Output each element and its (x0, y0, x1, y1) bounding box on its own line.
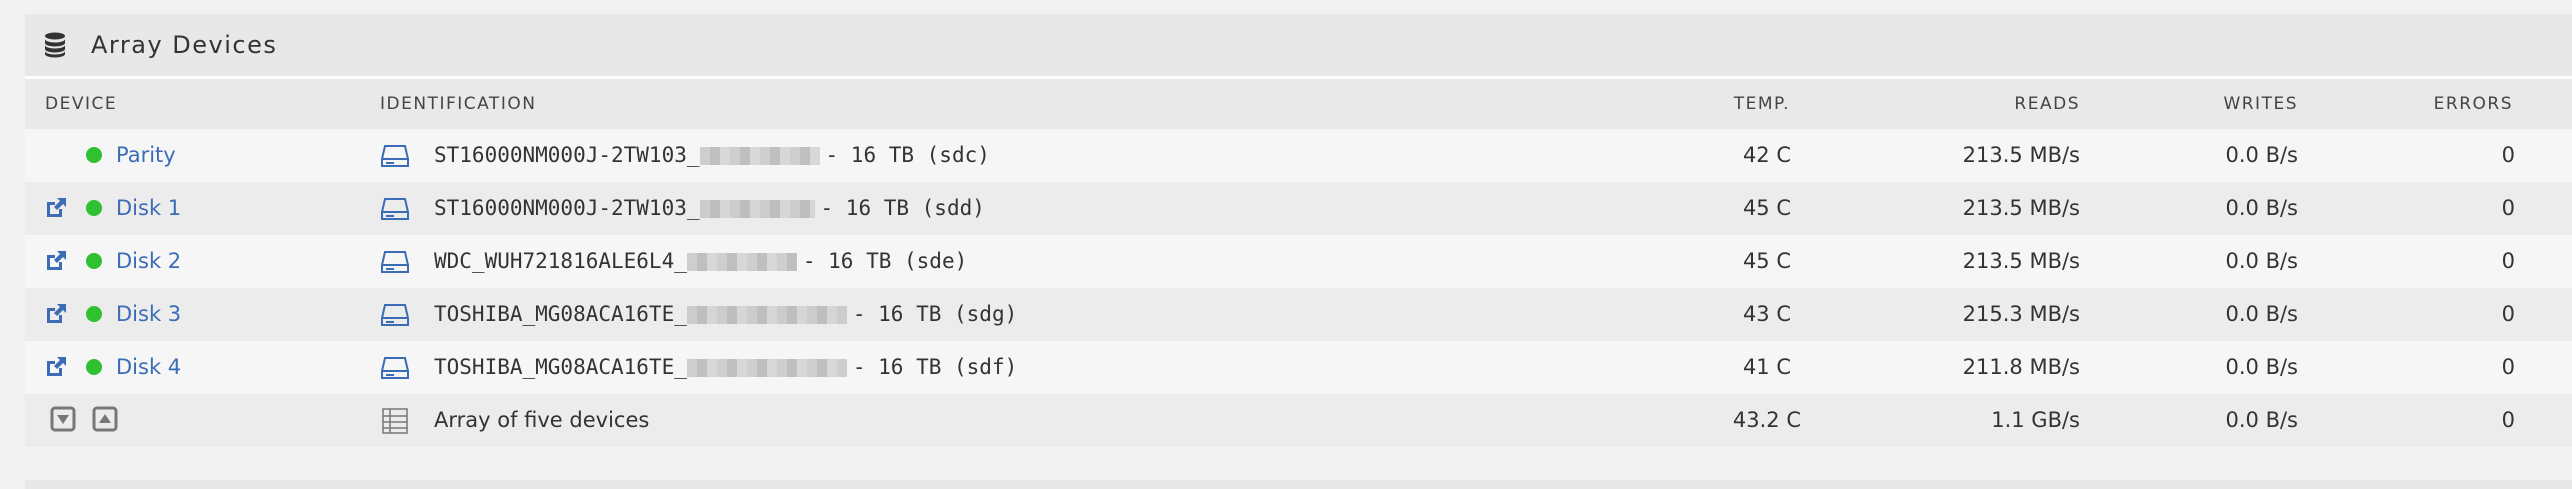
status-dot (86, 359, 102, 375)
hard-drive-icon (381, 198, 409, 220)
col-writes[interactable]: WRITES (2150, 79, 2298, 129)
external-link-icon[interactable] (43, 354, 69, 380)
col-device[interactable]: DEVICE (45, 79, 117, 129)
array-list-icon (382, 408, 408, 434)
hard-drive-icon (381, 251, 409, 273)
summary-writes: 0.0 B/s (2225, 408, 2299, 432)
status-dot (86, 306, 102, 322)
device-errors: 0 (2501, 143, 2515, 167)
summary-reads: 1.1 GB/s (1991, 408, 2080, 432)
redacted-serial (686, 359, 847, 377)
summary-temp: 43.2 C (1732, 408, 1801, 432)
redacted-serial (686, 306, 847, 324)
status-dot (86, 147, 102, 163)
device-temp: 43 C (1742, 302, 1791, 326)
device-id-prefix: TOSHIBA_MG08ACA16TE_ (434, 355, 687, 379)
database-icon (45, 32, 65, 58)
device-errors: 0 (2501, 355, 2515, 379)
hard-drive-icon (381, 145, 409, 167)
array-summary-row: Array of five devices 43.2 C 1.1 GB/s 0.… (25, 394, 2572, 447)
device-row: Parity ST16000NM000J-2TW103_ - 16 TB (sdc… (25, 129, 2572, 182)
device-reads: 213.5 MB/s (1962, 196, 2080, 220)
device-writes: 0.0 B/s (2225, 143, 2299, 167)
next-panel-edge (25, 480, 2572, 489)
device-id-suffix: - 16 TB (sdd) (820, 196, 985, 220)
device-id-suffix: - 16 TB (sdc) (825, 143, 990, 167)
device-row: Disk 3 TOSHIBA_MG08ACA16TE_ - 16 TB (sdg)… (25, 288, 2572, 341)
device-id-suffix: - 16 TB (sdf) (852, 355, 1018, 379)
device-errors: 0 (2501, 249, 2515, 273)
table-header: DEVICE IDENTIFICATION TEMP. READS WRITES… (25, 79, 2572, 129)
panel-title: Array Devices (91, 31, 278, 59)
external-link-icon[interactable] (43, 248, 69, 274)
col-errors[interactable]: ERRORS (2373, 79, 2513, 129)
array-devices-panel: Array Devices DEVICE IDENTIFICATION TEMP… (25, 14, 2572, 450)
summary-identification: Array of five devices (434, 408, 650, 432)
device-temp: 45 C (1742, 196, 1791, 220)
device-errors: 0 (2501, 196, 2515, 220)
panel-header: Array Devices (25, 14, 2572, 79)
device-errors: 0 (2501, 302, 2515, 326)
status-dot (86, 200, 102, 216)
device-row: Disk 2 WDC_WUH721816ALE6L4_ - 16 TB (sde)… (25, 235, 2572, 288)
device-reads: 213.5 MB/s (1962, 143, 2080, 167)
summary-errors: 0 (2501, 408, 2515, 432)
device-identification: TOSHIBA_MG08ACA16TE_ - 16 TB (sdf) (434, 341, 1017, 394)
device-id-prefix: ST16000NM000J-2TW103_ (434, 196, 700, 220)
device-identification: TOSHIBA_MG08ACA16TE_ - 16 TB (sdg) (434, 288, 1017, 341)
device-identification: ST16000NM000J-2TW103_ - 16 TB (sdc) (434, 129, 990, 182)
external-link-icon[interactable] (43, 301, 69, 327)
device-writes: 0.0 B/s (2225, 355, 2299, 379)
device-row: Disk 1 ST16000NM000J-2TW103_ - 16 TB (sdd… (25, 182, 2572, 235)
redacted-serial (699, 200, 815, 218)
device-row: Disk 4 TOSHIBA_MG08ACA16TE_ - 16 TB (sdf)… (25, 341, 2572, 394)
device-name-link[interactable]: Parity (116, 129, 176, 182)
redacted-serial (699, 147, 820, 165)
device-id-suffix: - 16 TB (sde) (802, 249, 968, 273)
expand-up-icon[interactable] (92, 406, 118, 432)
col-identification[interactable]: IDENTIFICATION (380, 79, 536, 129)
device-id-prefix: TOSHIBA_MG08ACA16TE_ (434, 302, 687, 326)
device-temp: 41 C (1742, 355, 1791, 379)
device-name-link[interactable]: Disk 3 (116, 288, 181, 341)
col-reads[interactable]: READS (1950, 79, 2080, 129)
device-id-suffix: - 16 TB (sdg) (852, 302, 1018, 326)
device-writes: 0.0 B/s (2225, 196, 2299, 220)
device-writes: 0.0 B/s (2225, 302, 2299, 326)
status-dot (86, 253, 102, 269)
hard-drive-icon (381, 357, 409, 379)
redacted-serial (686, 253, 797, 271)
device-identification: WDC_WUH721816ALE6L4_ - 16 TB (sde) (434, 235, 967, 288)
device-name-link[interactable]: Disk 4 (116, 341, 181, 394)
device-id-prefix: ST16000NM000J-2TW103_ (434, 143, 700, 167)
device-reads: 215.3 MB/s (1962, 302, 2080, 326)
collapse-down-icon[interactable] (50, 406, 76, 432)
device-temp: 42 C (1742, 143, 1791, 167)
device-temp: 45 C (1742, 249, 1791, 273)
col-temp[interactable]: TEMP. (1710, 79, 1790, 129)
device-reads: 211.8 MB/s (1962, 355, 2080, 379)
device-name-link[interactable]: Disk 1 (116, 182, 181, 235)
device-id-prefix: WDC_WUH721816ALE6L4_ (434, 249, 687, 273)
device-writes: 0.0 B/s (2225, 249, 2299, 273)
device-reads: 213.5 MB/s (1962, 249, 2080, 273)
device-identification: ST16000NM000J-2TW103_ - 16 TB (sdd) (434, 182, 985, 235)
external-link-icon[interactable] (43, 195, 69, 221)
hard-drive-icon (381, 304, 409, 326)
device-name-link[interactable]: Disk 2 (116, 235, 181, 288)
